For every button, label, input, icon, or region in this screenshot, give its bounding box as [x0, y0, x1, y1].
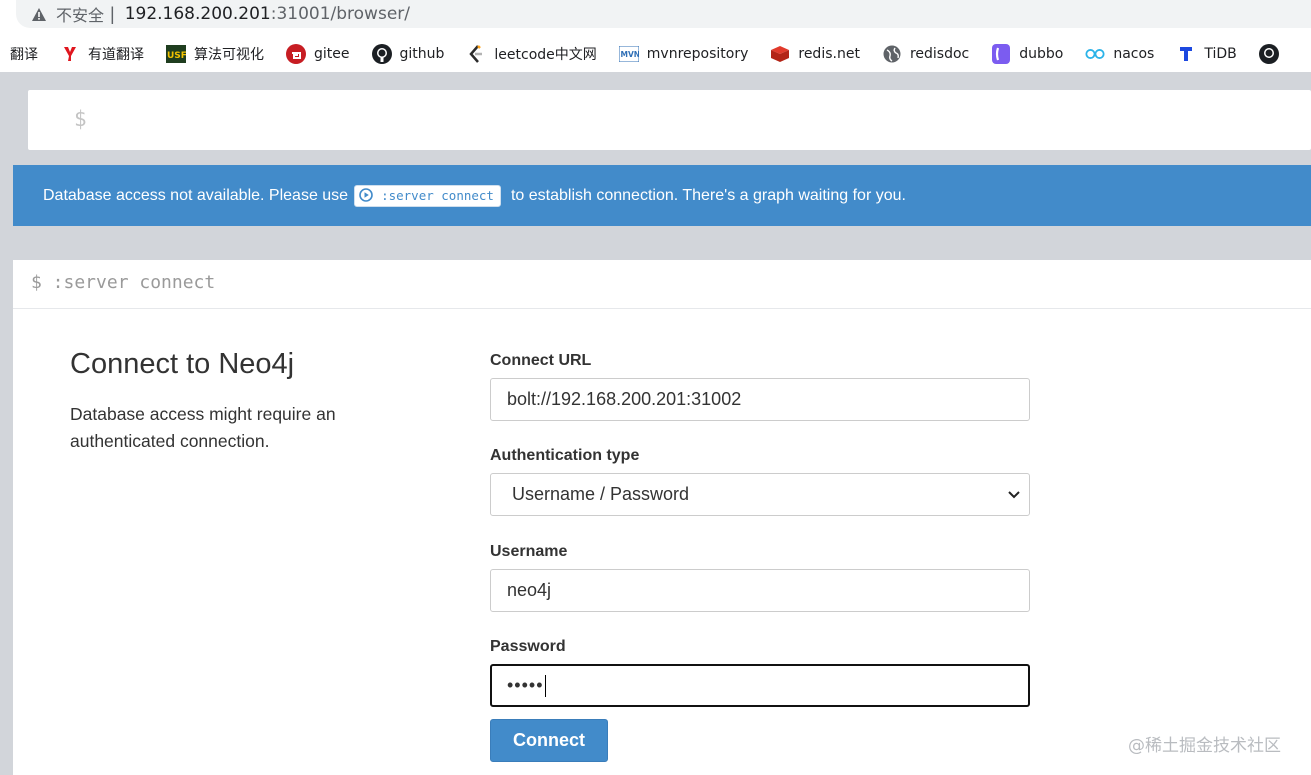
bookmark-label: 翻译 [10, 47, 38, 63]
bookmark-translate[interactable]: 翻译 [10, 44, 38, 64]
nacos-icon [1085, 44, 1105, 64]
bookmark-usf[interactable]: USF 算法可视化 [166, 44, 264, 64]
bookmark-label: nacos [1113, 46, 1155, 62]
usf-icon: USF [166, 44, 186, 64]
text-caret [544, 674, 547, 697]
bookmark-label: redis.net [798, 46, 860, 62]
connect-title: Connect to Neo4j [70, 348, 295, 380]
connect-button[interactable]: Connect [490, 719, 608, 762]
auth-type-label: Authentication type [490, 447, 640, 464]
frame-header: $ :server connect [13, 260, 1311, 309]
bookmark-label: TiDB [1204, 46, 1237, 62]
globe-icon [882, 44, 902, 64]
url-host[interactable]: 192.168.200.201 [125, 4, 271, 24]
password-input[interactable]: ••••• [490, 664, 1030, 707]
chevron-down-icon [1007, 484, 1021, 505]
bookmark-redisdoc[interactable]: redisdoc [882, 44, 969, 64]
connection-banner: Database access not available. Please us… [13, 165, 1311, 226]
bookmark-label: gitee [314, 46, 350, 62]
server-connect-command[interactable]: :server connect [354, 184, 501, 207]
editor-prompt: $ [74, 107, 87, 131]
cypher-editor[interactable]: $ [28, 90, 1311, 150]
svg-text:USF: USF [167, 51, 186, 61]
omnibox[interactable]: 不安全 | 192.168.200.201:31001/browser/ [16, 0, 1311, 28]
auth-type-select[interactable]: Username / Password [490, 473, 1030, 516]
bookmark-label: dubbo [1019, 46, 1064, 62]
password-label: Password [490, 638, 566, 655]
connect-form: Connect URL bolt://192.168.200.201:31002… [490, 352, 1030, 762]
command-text: :server connect [381, 187, 494, 203]
mvn-icon: MVN [618, 44, 639, 64]
leetcode-icon [466, 44, 486, 64]
bookmarks-bar: 翻译 有道翻译 USF 算法可视化 gitee github leetcode中… [0, 36, 1311, 72]
tidb-icon [1176, 44, 1196, 64]
banner-text-before: Database access not available. Please us… [43, 186, 349, 204]
bookmark-dubbo[interactable]: dubbo [991, 44, 1063, 64]
insecure-label[interactable]: 不安全 [56, 2, 104, 26]
connect-description: Database access might require an authent… [70, 404, 336, 451]
auth-type-value: Username / Password [512, 484, 690, 504]
redis-icon [770, 44, 790, 64]
bookmark-github[interactable]: github [371, 44, 445, 64]
watermark: @稀土掘金技术社区 [1128, 736, 1281, 756]
bookmark-label: 算法可视化 [194, 47, 264, 63]
bookmark-github-2[interactable] [1258, 44, 1287, 64]
connect-intro: Connect to Neo4j Database access might r… [70, 348, 400, 455]
bookmark-gitee[interactable]: gitee [286, 44, 350, 64]
connect-url-input[interactable]: bolt://192.168.200.201:31002 [490, 378, 1030, 421]
username-label: Username [490, 543, 568, 560]
banner-text-after: to establish connection. There's a graph… [510, 186, 906, 204]
bookmark-nacos[interactable]: nacos [1085, 44, 1154, 64]
play-icon [359, 188, 373, 202]
bookmark-leetcode[interactable]: leetcode中文网 [466, 44, 597, 64]
bookmark-redis-net[interactable]: redis.net [770, 44, 860, 64]
username-input[interactable]: neo4j [490, 569, 1030, 612]
bookmark-label: leetcode中文网 [494, 47, 597, 63]
bookmark-label: 有道翻译 [88, 47, 144, 63]
svg-text:MVN: MVN [620, 50, 639, 59]
bookmark-label: redisdoc [909, 46, 970, 62]
github-icon [371, 44, 392, 64]
frame-command[interactable]: $ :server connect [31, 272, 215, 293]
youdao-icon [60, 44, 80, 64]
bookmark-youdao[interactable]: 有道翻译 [60, 44, 144, 64]
bookmark-label: mvnrepository [646, 46, 749, 62]
bookmark-mvnrepository[interactable]: MVN mvnrepository [618, 44, 749, 64]
gitee-icon [286, 44, 306, 64]
password-masked-value: ••••• [507, 675, 544, 695]
warning-icon[interactable] [30, 5, 48, 23]
url-path[interactable]: :31001/browser/ [271, 4, 410, 24]
address-bar: 不安全 | 192.168.200.201:31001/browser/ [0, 0, 1311, 36]
dubbo-icon [991, 44, 1011, 64]
github-icon [1258, 44, 1279, 64]
bookmark-label: github [399, 46, 445, 62]
neo4j-browser: $ Database access not available. Please … [0, 72, 1311, 775]
bookmark-tidb[interactable]: TiDB [1176, 44, 1237, 64]
connect-url-label: Connect URL [490, 352, 592, 369]
server-connect-frame: $ :server connect Connect to Neo4j Datab… [13, 260, 1311, 775]
url-separator: | [110, 3, 115, 24]
